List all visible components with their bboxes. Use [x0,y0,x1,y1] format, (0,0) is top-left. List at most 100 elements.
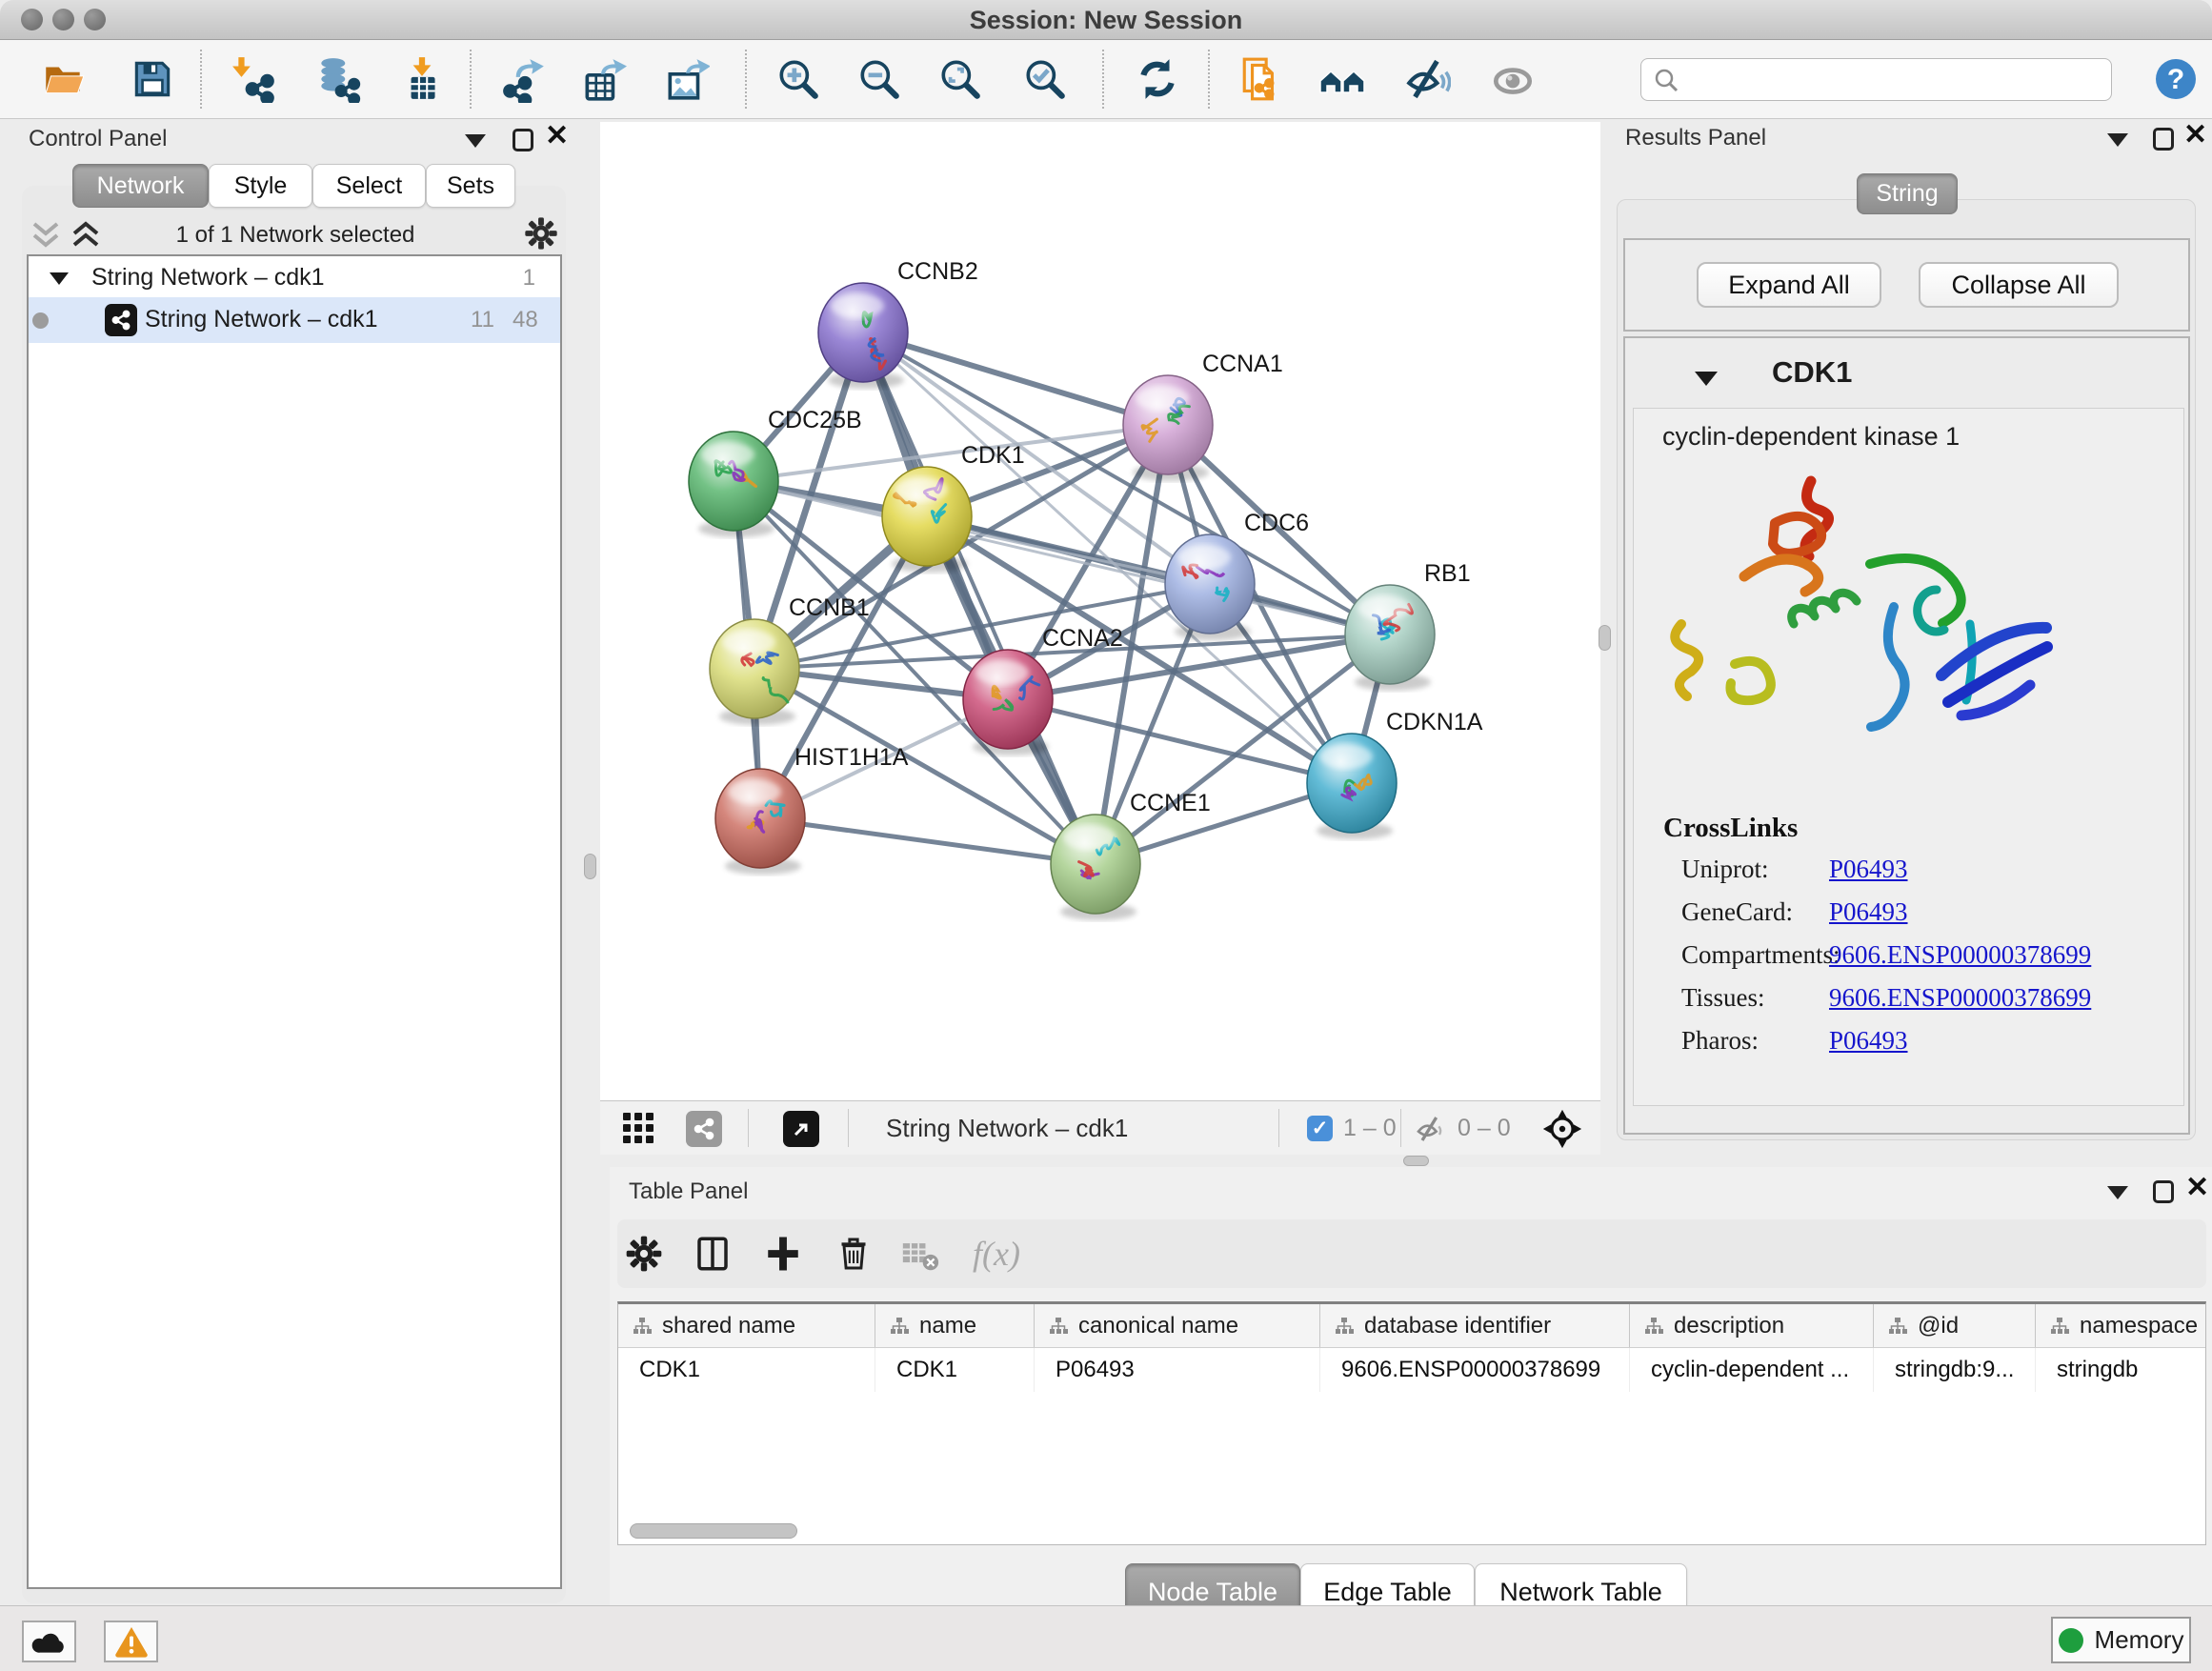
column-header-database-identifier[interactable]: database identifier [1320,1304,1630,1347]
help-button[interactable]: ? [2149,50,2202,108]
selected-checkbox-icon[interactable]: ✓ [1307,1116,1333,1141]
table-cell[interactable]: 9606.ENSP00000378699 [1320,1348,1630,1392]
column-header--id[interactable]: @id [1874,1304,2036,1347]
zoom-selected-button[interactable] [1018,50,1072,108]
save-session-button[interactable] [126,50,179,108]
column-header-shared-name[interactable]: shared name [618,1304,875,1347]
collapse-all-button[interactable]: Collapse All [1919,262,2119,308]
zoom-out-button[interactable] [853,50,906,108]
table-options-gear-icon[interactable] [623,1233,665,1275]
gene-symbol: CDK1 [1772,355,1852,390]
export-network-button[interactable] [497,50,551,108]
splitter-handle[interactable] [584,854,596,879]
collapse-panel-icon[interactable] [465,134,486,148]
memory-button[interactable]: Memory [2051,1617,2191,1663]
network-canvas[interactable]: CCNB2CCNA1CDC25BCDK1CDC6RB1CCNB1CCNA2CDK… [600,122,1600,1100]
close-panel-icon[interactable]: ✕ [545,125,569,148]
collapse-all-networks-icon[interactable] [29,218,63,251]
home-button[interactable] [1317,50,1370,108]
column-header-namespace[interactable]: namespace [2036,1304,2206,1347]
network-node-hist1h1a[interactable] [715,769,805,875]
hidden-eye-slash-icon[interactable] [1414,1114,1446,1144]
network-node-ccne1[interactable] [1051,815,1140,920]
zoom-window-button[interactable] [84,9,106,30]
collapse-panel-icon[interactable] [2107,133,2128,147]
refresh-button[interactable] [1131,50,1184,108]
column-type-icon [632,1316,653,1337]
export-image-button[interactable] [659,50,713,108]
fit-selected-target-icon[interactable] [1541,1108,1583,1150]
float-panel-icon[interactable] [2153,1180,2174,1203]
share-document-button[interactable] [1236,50,1289,108]
import-network-button[interactable] [228,50,281,108]
column-header-description[interactable]: description [1630,1304,1874,1347]
close-panel-icon[interactable]: ✕ [2185,1177,2209,1199]
delete-column-icon[interactable] [835,1233,873,1275]
crosslink-link[interactable]: 9606.ENSP00000378699 [1829,940,2091,970]
table-cell[interactable]: cyclin-dependent ... [1630,1348,1874,1392]
close-window-button[interactable] [21,9,43,30]
network-node-cdc25b[interactable] [689,432,778,537]
network-options-gear-icon[interactable] [522,214,560,252]
crosslink-link[interactable]: P06493 [1829,897,1908,927]
show-columns-icon[interactable] [693,1233,733,1275]
network-node-ccna1[interactable] [1123,375,1213,481]
delete-table-icon[interactable] [899,1235,941,1273]
table-row[interactable]: CDK1CDK1P064939606.ENSP00000378699cyclin… [618,1348,2205,1392]
zoom-fit-button[interactable] [934,50,987,108]
float-panel-icon[interactable] [2153,128,2174,151]
warnings-button[interactable] [104,1621,158,1662]
search-field[interactable] [1640,58,2112,101]
float-panel-icon[interactable] [513,129,533,151]
expand-all-button[interactable]: Expand All [1697,262,1881,308]
zoom-in-button[interactable] [772,50,825,108]
crosslink-link[interactable]: 9606.ENSP00000378699 [1829,983,2091,1013]
string-footer-icon[interactable] [686,1111,722,1147]
column-header-canonical-name[interactable]: canonical name [1035,1304,1320,1347]
export-table-button[interactable] [576,50,630,108]
table-cell[interactable]: CDK1 [875,1348,1035,1392]
column-header-name[interactable]: name [875,1304,1035,1347]
table-cell[interactable]: stringdb:9... [1874,1348,2036,1392]
splitter-handle[interactable] [1403,1156,1429,1166]
network-node-cdkn1a[interactable] [1307,734,1397,839]
import-database-button[interactable] [312,50,365,108]
search-input[interactable] [1685,59,2104,100]
table-cell[interactable]: stringdb [2036,1348,2206,1392]
network-node-cdk1[interactable] [882,467,972,573]
network-node-ccnb2[interactable] [818,283,908,389]
open-in-window-icon[interactable] [783,1111,819,1147]
crosslink-link[interactable]: P06493 [1829,855,1908,884]
minimize-window-button[interactable] [52,9,74,30]
add-column-icon[interactable] [763,1233,803,1275]
tab-string[interactable]: String [1857,173,1958,214]
tab-select[interactable]: Select [312,164,426,208]
network-edge[interactable] [760,818,1096,864]
network-row-selected[interactable]: String Network – cdk1 11 48 [29,297,560,343]
table-cell[interactable]: P06493 [1035,1348,1320,1392]
collapse-panel-icon[interactable] [2107,1186,2128,1199]
network-collection-row[interactable]: String Network – cdk1 1 [29,261,560,297]
network-node-rb1[interactable] [1345,585,1435,691]
network-node-ccnb1[interactable] [710,619,799,725]
open-session-button[interactable] [37,50,90,108]
cloud-status-button[interactable] [22,1621,76,1662]
crosslink-link[interactable]: P06493 [1829,1026,1908,1056]
section-expander-icon[interactable] [1695,372,1718,386]
function-builder-icon[interactable]: f(x) [973,1234,1020,1274]
tab-sets[interactable]: Sets [426,164,515,208]
import-table-button[interactable] [395,50,449,108]
close-panel-icon[interactable]: ✕ [2183,124,2207,147]
title-bar: Session: New Session [0,0,2212,40]
tab-style[interactable]: Style [209,164,312,208]
hide-panel-button[interactable] [1400,50,1454,108]
node-count: 11 [471,307,494,333]
horizontal-scrollbar[interactable] [630,1523,797,1539]
tab-network[interactable]: Network [72,164,209,208]
show-panel-button[interactable] [1486,50,1539,108]
tree-expander-icon[interactable] [50,272,69,285]
string-network-graph[interactable]: CCNB2CCNA1CDC25BCDK1CDC6RB1CCNB1CCNA2CDK… [600,122,1600,1100]
birdseye-grid-icon[interactable] [623,1113,655,1145]
network-edge[interactable] [863,332,1168,425]
table-cell[interactable]: CDK1 [618,1348,875,1392]
